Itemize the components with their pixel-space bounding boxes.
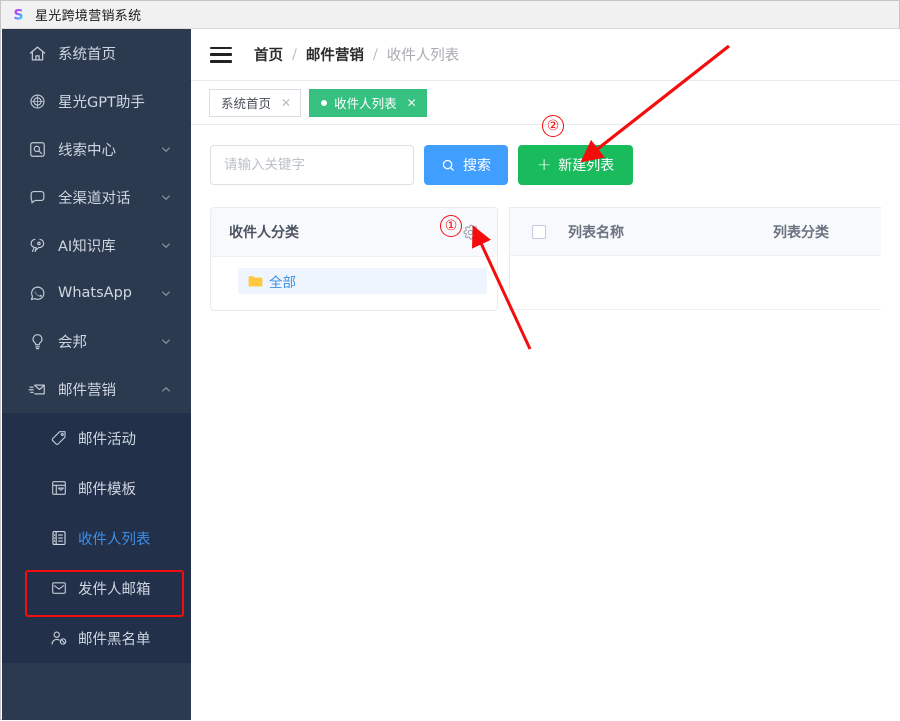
ai-brain-icon xyxy=(27,235,47,255)
sidebar-submenu-email-marketing: 邮件活动 邮件模板 收件人列表 发件人邮箱 邮件黑名单 xyxy=(2,413,191,663)
chevron-up-icon xyxy=(161,385,170,394)
mail-send-icon xyxy=(27,379,47,399)
table-body xyxy=(510,256,881,310)
app-window: S 星光跨境营销系统 系统首页 星光GPT助手 线索中心 全渠道对话 AI知识库… xyxy=(0,0,900,720)
sidebar: 系统首页 星光GPT助手 线索中心 全渠道对话 AI知识库 WhatsApp 会… xyxy=(2,29,191,720)
search-button[interactable]: 搜索 xyxy=(424,145,508,185)
bulb-icon xyxy=(27,331,47,351)
new-list-button-label: 新建列表 xyxy=(558,158,615,174)
close-icon[interactable]: ✕ xyxy=(281,97,291,109)
close-icon[interactable]: ✕ xyxy=(407,97,417,109)
category-tree-node-all[interactable]: 全部 xyxy=(238,268,487,294)
chevron-down-icon xyxy=(161,145,170,154)
user-block-icon xyxy=(50,629,68,647)
chat-icon xyxy=(27,187,47,207)
category-tree: 全部 xyxy=(211,257,497,294)
plus-icon: + xyxy=(537,154,552,175)
sidebar-item-label: WhatsApp xyxy=(58,285,132,301)
sidebar-item-label: 会邦 xyxy=(58,334,87,351)
sidebar-subitem-label: 收件人列表 xyxy=(78,531,151,548)
top-bar: 首页 / 邮件营销 / 收件人列表 xyxy=(191,29,900,81)
folder-icon xyxy=(248,275,263,288)
sidebar-item-gpt[interactable]: 星光GPT助手 xyxy=(2,77,191,125)
chevron-down-icon xyxy=(161,289,170,298)
select-all-cell xyxy=(510,224,568,239)
new-list-button[interactable]: + 新建列表 xyxy=(518,145,634,185)
template-icon xyxy=(50,479,68,497)
sidebar-item-email-template[interactable]: 邮件模板 xyxy=(2,463,191,513)
list-icon xyxy=(50,529,68,547)
toolbar: 搜索 + 新建列表 xyxy=(210,145,881,185)
breadcrumb-item-home[interactable]: 首页 xyxy=(254,44,283,65)
sidebar-item-huibang[interactable]: 会邦 xyxy=(2,317,191,365)
sidebar-subitem-label: 邮件模板 xyxy=(78,481,136,498)
recipient-category-panel: 收件人分类 全部 xyxy=(210,207,498,311)
breadcrumb-separator: / xyxy=(372,46,378,63)
whatsapp-icon xyxy=(27,283,47,303)
tab-label: 系统首页 xyxy=(221,96,272,111)
search-icon xyxy=(441,158,456,173)
breadcrumb-item-email-marketing[interactable]: 邮件营销 xyxy=(306,44,364,65)
page-content: 搜索 + 新建列表 收件人分类 xyxy=(191,125,900,311)
breadcrumb: 首页 / 邮件营销 / 收件人列表 xyxy=(254,44,459,65)
svg-text:S: S xyxy=(13,8,23,24)
chevron-down-icon xyxy=(161,337,170,346)
list-table: 列表名称 列表分类 xyxy=(509,207,881,311)
sidebar-item-label: 线索中心 xyxy=(58,142,116,159)
sidebar-subitem-label: 发件人邮箱 xyxy=(78,581,151,598)
checkbox-icon[interactable] xyxy=(532,224,546,239)
tab-recipient-list[interactable]: 收件人列表 ✕ xyxy=(309,88,427,117)
tab-active-dot-icon xyxy=(321,99,328,106)
sidebar-item-label: AI知识库 xyxy=(58,238,116,255)
logo-s-icon: S xyxy=(10,6,27,24)
sidebar-item-label: 全渠道对话 xyxy=(58,190,131,207)
sidebar-item-recipient-list[interactable]: 收件人列表 xyxy=(2,513,191,563)
sidebar-item-whatsapp[interactable]: WhatsApp xyxy=(2,269,191,317)
tab-home[interactable]: 系统首页 ✕ xyxy=(209,88,302,117)
recipient-category-title: 收件人分类 xyxy=(229,225,299,241)
panels: 收件人分类 全部 列表名称 列表分类 xyxy=(210,207,881,311)
tag-icon xyxy=(50,429,68,447)
table-header-row: 列表名称 列表分类 xyxy=(510,207,881,256)
home-icon xyxy=(27,43,47,63)
category-tree-node-label: 全部 xyxy=(269,275,296,291)
tab-bar: 系统首页 ✕ 收件人列表 ✕ xyxy=(191,81,900,125)
main-area: 首页 / 邮件营销 / 收件人列表 系统首页 ✕ 收件人列表 ✕ 请输入关键字 … xyxy=(191,29,900,720)
sidebar-item-sender-mailbox[interactable]: 发件人邮箱 xyxy=(2,563,191,613)
sidebar-item-email-campaign[interactable]: 邮件活动 xyxy=(2,413,191,463)
tab-label: 收件人列表 xyxy=(334,96,397,111)
sidebar-item-clue[interactable]: 线索中心 xyxy=(2,125,191,173)
table-column-list-category: 列表分类 xyxy=(773,224,829,241)
search-button-label: 搜索 xyxy=(463,158,491,174)
breadcrumb-separator: / xyxy=(292,46,297,63)
table-column-list-name: 列表名称 xyxy=(568,224,624,241)
sidebar-item-omnichannel[interactable]: 全渠道对话 xyxy=(2,173,191,221)
sidebar-item-home[interactable]: 系统首页 xyxy=(2,29,191,77)
sidebar-item-label: 系统首页 xyxy=(58,46,116,63)
sidebar-item-label: 邮件营销 xyxy=(58,382,116,399)
hamburger-icon[interactable] xyxy=(210,46,232,63)
chevron-down-icon xyxy=(161,241,170,250)
sidebar-subitem-label: 邮件活动 xyxy=(78,431,136,448)
breadcrumb-item-current: 收件人列表 xyxy=(386,48,460,64)
sidebar-item-email-blacklist[interactable]: 邮件黑名单 xyxy=(2,613,191,663)
sidebar-subitem-label: 邮件黑名单 xyxy=(78,631,151,648)
search-input[interactable] xyxy=(210,145,414,185)
window-title: 星光跨境营销系统 xyxy=(35,9,142,24)
window-titlebar: S 星光跨境营销系统 xyxy=(1,1,899,29)
envelope-icon xyxy=(50,579,68,597)
recipient-category-header: 收件人分类 xyxy=(211,208,497,257)
sidebar-item-label: 星光GPT助手 xyxy=(58,94,145,111)
chevron-down-icon xyxy=(161,193,170,202)
sidebar-item-ai-knowledge[interactable]: AI知识库 xyxy=(2,221,191,269)
gpt-icon xyxy=(27,91,47,111)
sidebar-item-email-marketing[interactable]: 邮件营销 xyxy=(2,365,191,413)
clue-icon xyxy=(27,139,47,159)
gear-icon[interactable] xyxy=(462,224,479,241)
